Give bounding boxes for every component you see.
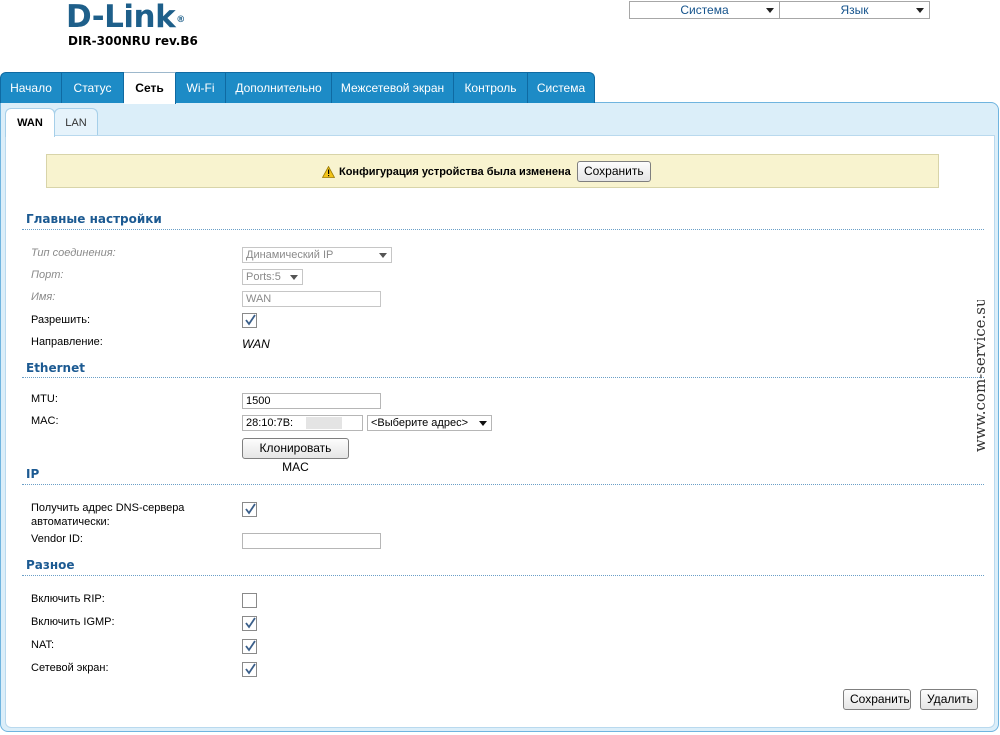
tab-control[interactable]: Контроль <box>454 72 528 103</box>
warning-icon <box>322 165 335 178</box>
port-select: Ports:5 <box>242 269 303 285</box>
rip-checkbox[interactable] <box>242 593 257 608</box>
igmp-checkbox[interactable] <box>242 616 257 631</box>
watermark-text: www.com-service.su <box>971 300 989 452</box>
direction-value: WAN <box>242 337 270 351</box>
dns-auto-label-line1: Получить адрес DNS-сервера <box>31 502 185 514</box>
enable-label: Разрешить: <box>31 314 91 326</box>
tab-firewall[interactable]: Межсетевой экран <box>332 72 454 103</box>
checkmark-icon <box>245 663 256 675</box>
chevron-down-icon <box>916 8 924 13</box>
system-menu-label: Система <box>680 3 729 17</box>
notice-save-button[interactable]: Сохранить <box>576 161 651 182</box>
section-divider <box>22 229 984 230</box>
subtab-lan[interactable]: LAN <box>54 108 98 136</box>
save-button[interactable]: Сохранить <box>843 689 911 710</box>
port-label: Порт: <box>31 269 64 281</box>
dns-auto-checkbox[interactable] <box>242 502 257 517</box>
direction-label: Направление: <box>31 336 103 348</box>
vendor-id-label: Vendor ID: <box>31 533 83 545</box>
connection-type-label: Тип соединения: <box>31 247 116 259</box>
clone-mac-button[interactable]: Клонировать MAC <box>242 438 349 474</box>
mac-select-value: <Выберите адрес> <box>371 417 469 429</box>
mac-blur <box>306 417 342 429</box>
mac-value: 28:10:7B: <box>246 417 294 429</box>
tab-home[interactable]: Начало <box>0 72 62 103</box>
section-title-misc: Разное <box>26 558 75 572</box>
section-divider <box>22 575 984 576</box>
checkmark-icon <box>245 640 256 652</box>
checkmark-icon <box>245 503 256 515</box>
connection-type-select: Динамический IP <box>242 247 392 263</box>
nat-checkbox[interactable] <box>242 639 257 654</box>
checkmark-icon <box>245 314 256 326</box>
chevron-down-icon <box>379 253 387 258</box>
mac-input[interactable]: 28:10:7B: <box>242 415 363 431</box>
language-select[interactable]: Язык <box>779 1 930 19</box>
config-changed-notice: Конфигурация устройства была изменена Со… <box>46 154 939 188</box>
system-menu-select[interactable]: Система <box>629 1 780 19</box>
d-link-logo: D-Link® <box>66 0 185 35</box>
tab-advanced[interactable]: Дополнительно <box>226 72 332 103</box>
delete-button[interactable]: Удалить <box>920 689 978 710</box>
dns-auto-label-line2: автоматически: <box>31 516 110 528</box>
tab-wifi[interactable]: Wi-Fi <box>176 72 226 103</box>
connection-type-value: Динамический IP <box>246 249 334 261</box>
model-name: DIR-300NRU rev.B6 <box>68 34 198 48</box>
rip-label: Включить RIP: <box>31 593 105 605</box>
section-title-ip: IP <box>26 467 40 481</box>
firewall-label: Сетевой экран: <box>31 662 109 674</box>
tab-status[interactable]: Статус <box>62 72 124 103</box>
mac-label: MAC: <box>31 415 59 427</box>
section-title-ethernet: Ethernet <box>26 361 85 375</box>
vendor-id-input[interactable] <box>242 533 381 549</box>
name-input: WAN <box>242 291 381 307</box>
tab-network[interactable]: Сеть <box>124 72 176 104</box>
firewall-checkbox[interactable] <box>242 662 257 677</box>
chevron-down-icon <box>766 8 774 13</box>
section-divider <box>22 377 984 378</box>
language-label: Язык <box>840 3 869 17</box>
watermark: www.com-service.su <box>971 300 989 452</box>
section-title-main: Главные настройки <box>26 212 162 226</box>
checkmark-icon <box>245 617 256 629</box>
chevron-down-icon <box>479 421 487 426</box>
tab-system[interactable]: Система <box>528 72 595 103</box>
port-value: Ports:5 <box>246 271 281 283</box>
mtu-label: MTU: <box>31 393 58 405</box>
chevron-down-icon <box>290 275 298 280</box>
name-label: Имя: <box>31 291 56 303</box>
igmp-label: Включить IGMP: <box>31 616 115 628</box>
section-divider <box>22 484 984 485</box>
main-tabs: Начало Статус Сеть Wi-Fi Дополнительно М… <box>0 72 595 104</box>
mac-address-select[interactable]: <Выберите адрес> <box>367 415 492 431</box>
mtu-input[interactable]: 1500 <box>242 393 381 409</box>
notice-text: Конфигурация устройства была изменена <box>339 165 571 178</box>
enable-checkbox[interactable] <box>242 313 257 328</box>
subtab-wan[interactable]: WAN <box>5 108 55 137</box>
nat-label: NAT: <box>31 639 55 651</box>
